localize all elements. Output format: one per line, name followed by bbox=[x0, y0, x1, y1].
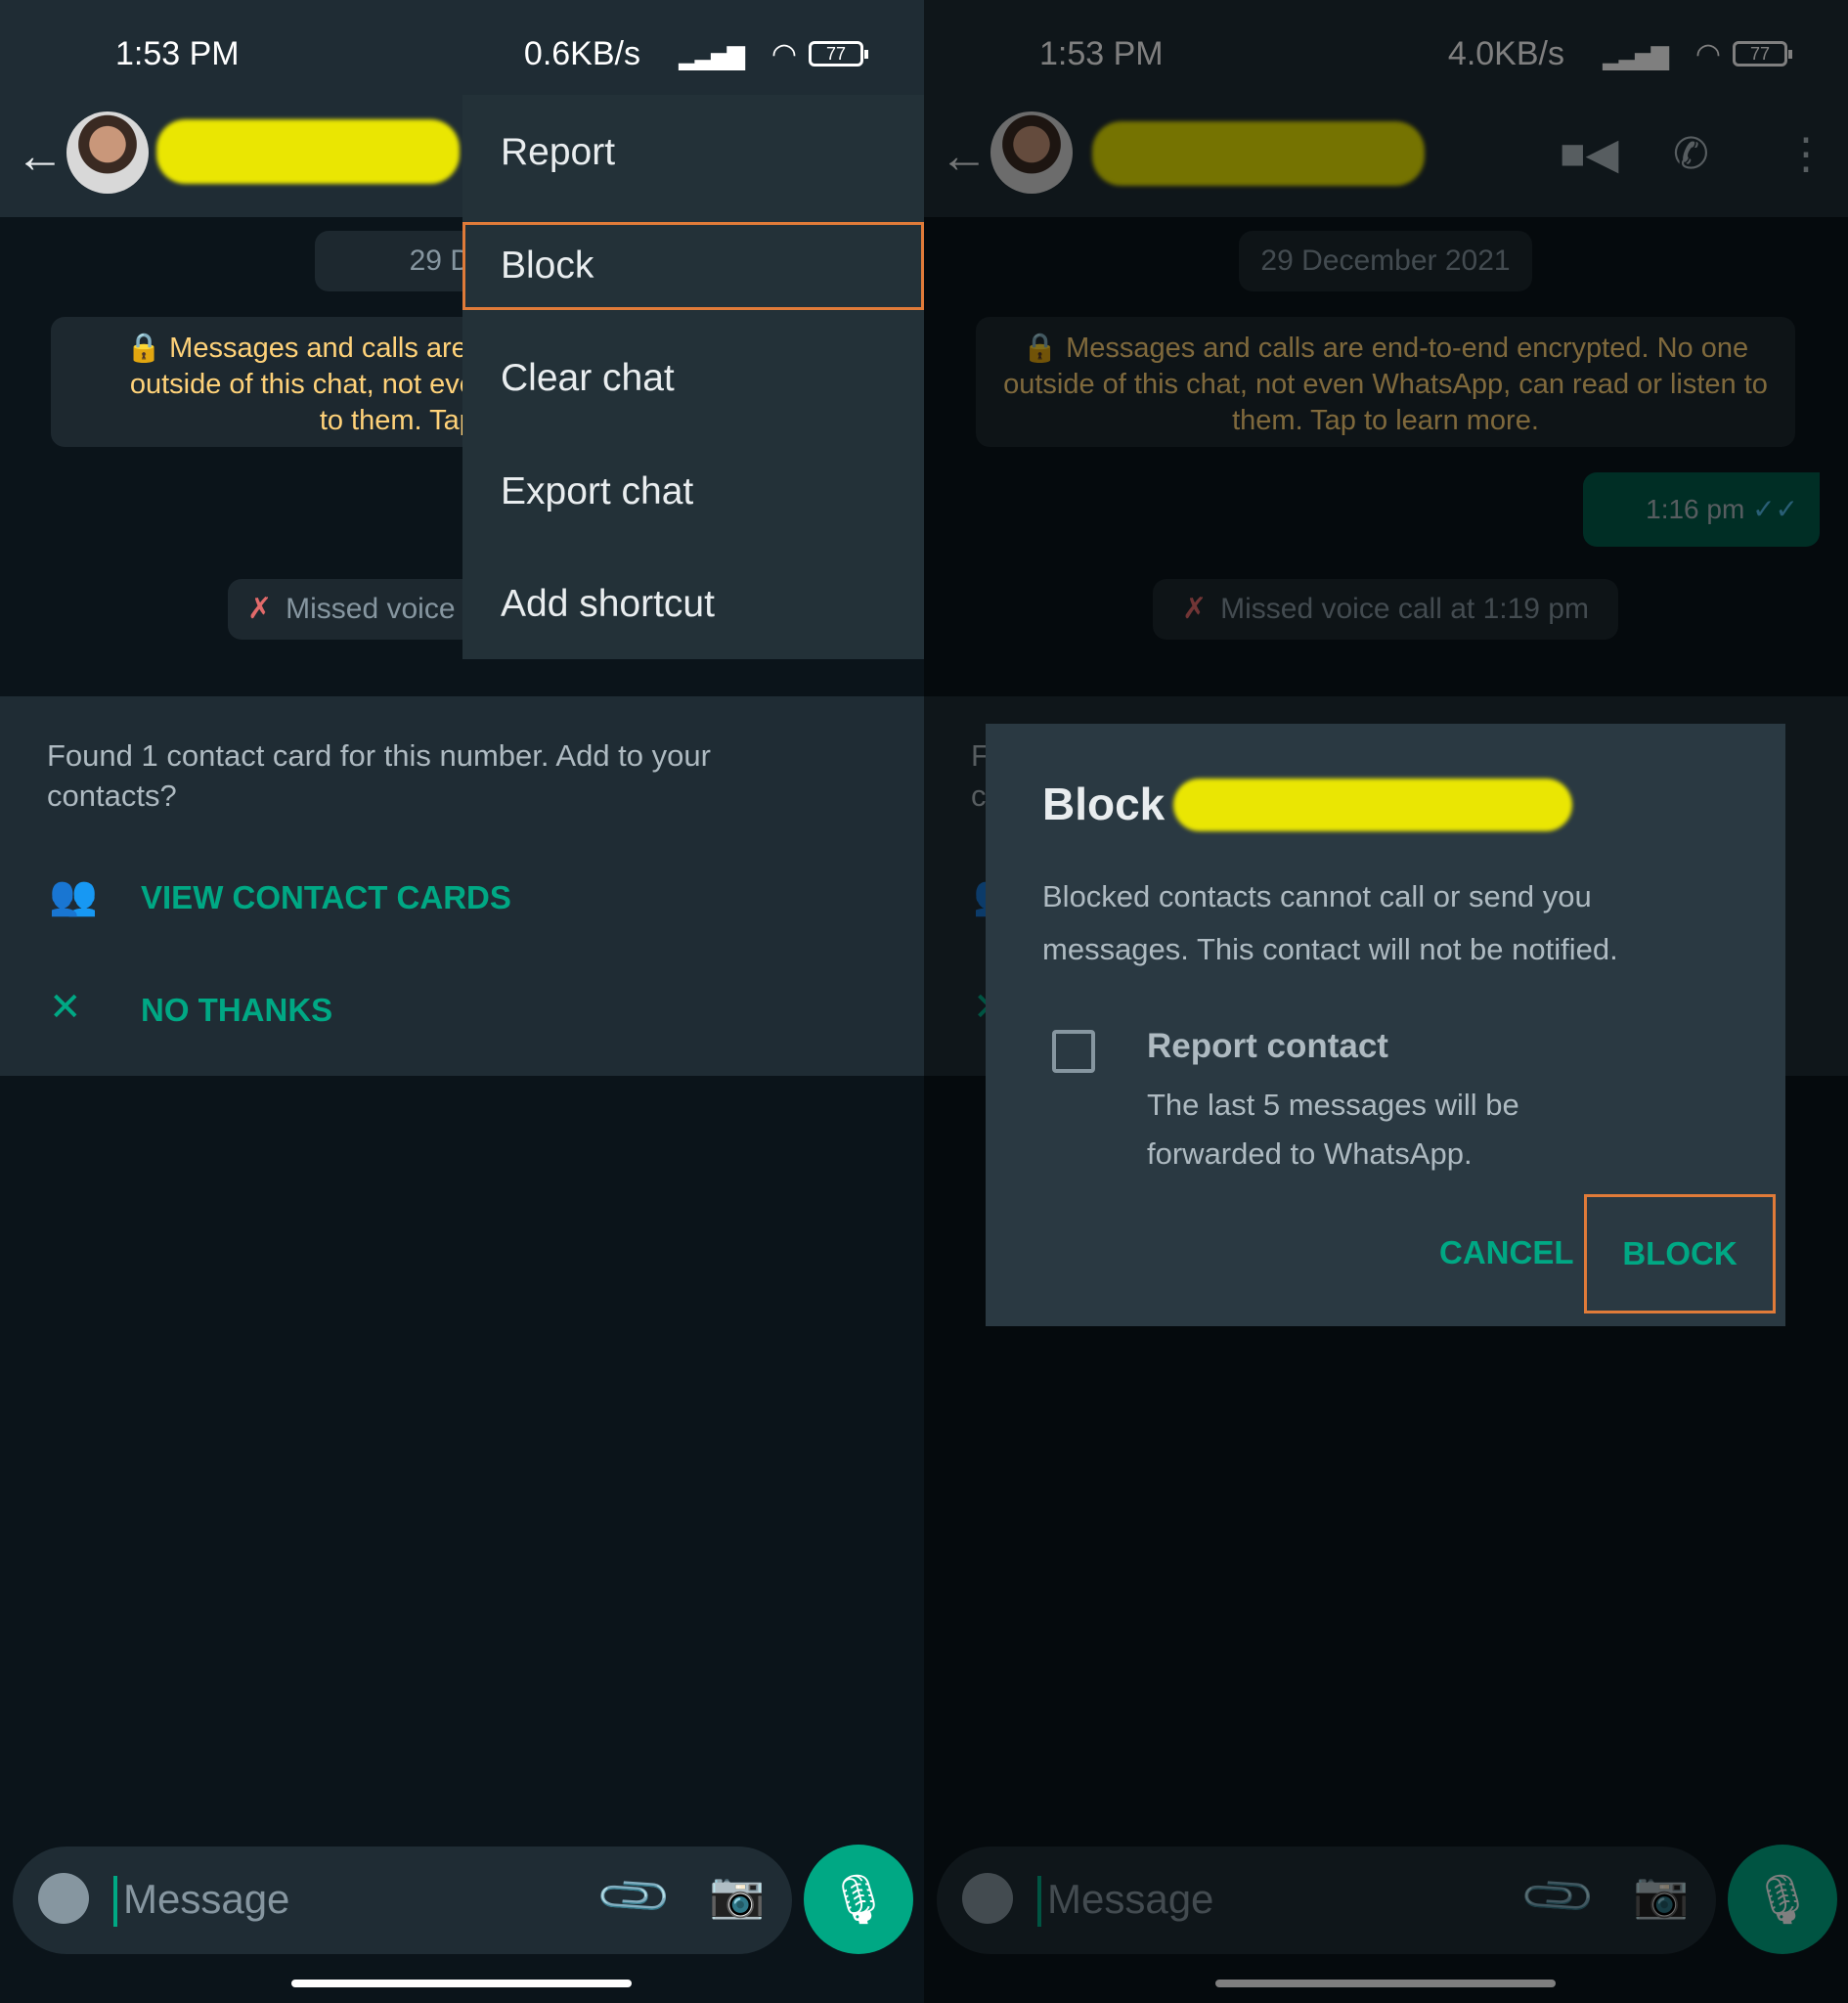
text-caret bbox=[113, 1876, 117, 1927]
back-arrow-icon[interactable]: ← bbox=[16, 131, 65, 180]
menu-item-clear-chat[interactable]: Clear chat bbox=[462, 334, 924, 423]
no-thanks-button[interactable]: NO THANKS bbox=[141, 992, 332, 1029]
battery-icon: 77 bbox=[809, 41, 868, 67]
contacts-icon: 👥 bbox=[49, 874, 98, 917]
close-icon: ✕ bbox=[49, 986, 82, 1029]
menu-item-block[interactable]: Block bbox=[462, 222, 924, 310]
right-screen: 1:53 PM 4.0KB/s ▂▃▅▇ ◠ 77 ← ■◀ ✆ ⋮ 29 De… bbox=[924, 0, 1848, 2003]
menu-item-report[interactable]: Report bbox=[462, 109, 924, 197]
contact-card-message: Found 1 contact card for this number. Ad… bbox=[47, 738, 711, 813]
status-time: 1:53 PM bbox=[115, 35, 240, 72]
dialog-message: Blocked contacts cannot call or send you… bbox=[1042, 879, 1618, 966]
menu-item-export-chat[interactable]: Export chat bbox=[462, 448, 924, 536]
dialog-title: Block bbox=[1042, 779, 1166, 829]
encryption-notice[interactable]: 🔒 Messages and calls are e outside of th… bbox=[51, 317, 510, 447]
mic-button[interactable]: 🎙 bbox=[804, 1845, 913, 1954]
report-contact-checkbox[interactable] bbox=[1052, 1030, 1095, 1073]
message-input-bar[interactable]: Message 📎 📷 bbox=[13, 1847, 792, 1954]
avatar[interactable] bbox=[66, 111, 149, 194]
emoji-icon[interactable] bbox=[38, 1873, 89, 1924]
left-screen: 1:53 PM 0.6KB/s ▂▃▅▇ ◠ 77 ← 29 Decem 🔒 M… bbox=[0, 0, 924, 2003]
attach-icon[interactable]: 📎 bbox=[593, 1855, 677, 1939]
mic-icon: 🎙 bbox=[827, 1872, 890, 1927]
signal-icon: ▂▃▅▇ bbox=[679, 44, 745, 70]
network-speed: 0.6KB/s bbox=[523, 35, 640, 72]
redacted-contact-number bbox=[1173, 779, 1572, 831]
contact-card-banner: Found 1 contact card for this number. Ad… bbox=[0, 696, 924, 1076]
report-contact-description: The last 5 messages will be forwarded to… bbox=[1147, 1088, 1519, 1171]
view-contact-cards-button[interactable]: VIEW CONTACT CARDS bbox=[141, 879, 511, 916]
redacted-contact-name[interactable] bbox=[156, 119, 460, 184]
overflow-menu: Report Block Clear chat Export chat Add … bbox=[462, 95, 924, 659]
wifi-icon: ◠ bbox=[770, 38, 797, 70]
status-bar: 1:53 PM 0.6KB/s ▂▃▅▇ ◠ 77 bbox=[0, 0, 924, 108]
menu-item-add-shortcut[interactable]: Add shortcut bbox=[462, 560, 924, 648]
message-input[interactable]: Message bbox=[123, 1876, 289, 1923]
home-indicator[interactable] bbox=[291, 1980, 632, 1987]
lock-icon: 🔒 bbox=[125, 333, 162, 364]
camera-icon[interactable]: 📷 bbox=[709, 1868, 765, 1922]
block-dialog: Block Blocked contacts cannot call or se… bbox=[986, 724, 1785, 1326]
block-button[interactable]: BLOCK bbox=[1584, 1194, 1776, 1313]
cancel-button[interactable]: CANCEL bbox=[1439, 1234, 1574, 1271]
missed-call-icon: ✗ bbox=[247, 593, 273, 625]
report-contact-label[interactable]: Report contact bbox=[1147, 1027, 1388, 1066]
